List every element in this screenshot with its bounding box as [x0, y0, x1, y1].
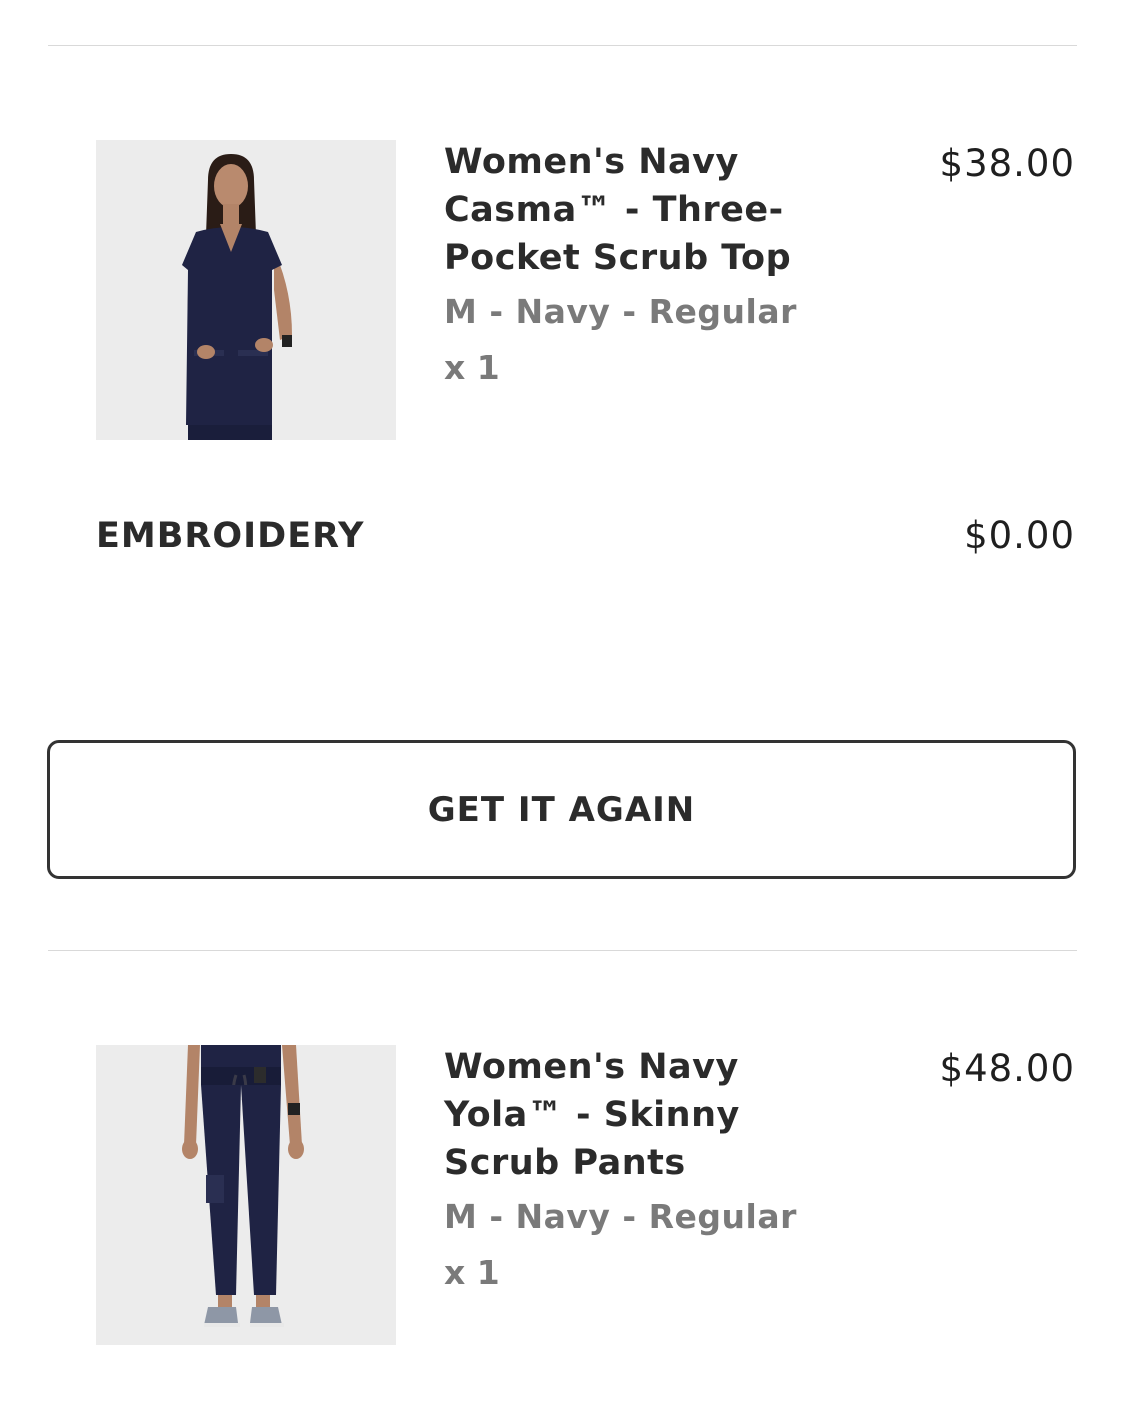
- scrub-top-photo-icon: [96, 140, 396, 440]
- product-quantity: x 1: [444, 1253, 500, 1292]
- scrub-pants-photo-icon: [96, 1045, 396, 1345]
- divider: [48, 45, 1077, 46]
- order-item: Women's Navy Casma™ - Three- Pocket Scru…: [96, 140, 1077, 440]
- product-name-line: Yola™ - Skinny: [444, 1095, 740, 1135]
- product-name-line: Pocket Scrub Top: [444, 238, 792, 278]
- get-it-again-label: GET IT AGAIN: [427, 789, 696, 830]
- product-name-line: Casma™ - Three-: [444, 190, 784, 230]
- addon-price: $0.00: [964, 514, 1075, 557]
- product-name[interactable]: Women's Navy Casma™ - Three- Pocket Scru…: [444, 138, 844, 282]
- divider: [48, 950, 1077, 951]
- product-variant: M - Navy - Regular: [444, 292, 797, 331]
- product-name-line: Women's Navy: [444, 1047, 739, 1087]
- addon-label: EMBROIDERY: [96, 516, 365, 556]
- product-image[interactable]: [96, 140, 396, 440]
- product-quantity: x 1: [444, 348, 500, 387]
- get-it-again-button[interactable]: GET IT AGAIN: [47, 740, 1076, 879]
- order-item: Women's Navy Yola™ - Skinny Scrub Pants …: [96, 1045, 1077, 1345]
- product-price: $38.00: [939, 142, 1075, 185]
- product-name-line: Scrub Pants: [444, 1143, 686, 1183]
- product-variant: M - Navy - Regular: [444, 1197, 797, 1236]
- product-name-line: Women's Navy: [444, 142, 739, 182]
- product-image[interactable]: [96, 1045, 396, 1345]
- product-name[interactable]: Women's Navy Yola™ - Skinny Scrub Pants: [444, 1043, 844, 1187]
- addon-row: EMBROIDERY $0.00: [96, 512, 1075, 560]
- product-price: $48.00: [939, 1047, 1075, 1090]
